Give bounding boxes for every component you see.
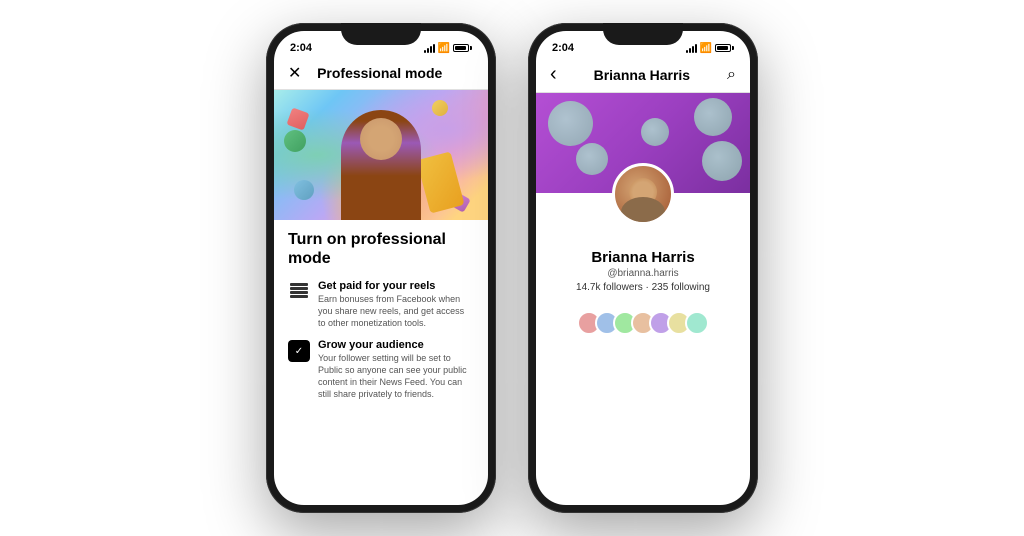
wifi-icon-1: 📶 <box>438 43 450 54</box>
status-icons-1: 📶 <box>424 43 472 54</box>
nav-title-2: Brianna Harris <box>594 67 690 83</box>
nav-bar-2: ‹ Brianna Harris ⌕ <box>536 59 750 93</box>
profile-stats: 14.7k followers · 235 following <box>550 282 736 293</box>
profile-info: Brianna Harris @brianna.harris 14.7k fol… <box>536 245 750 301</box>
phone-1: 2:04 📶 ✕ Pr <box>266 23 496 513</box>
wifi-icon-2: 📶 <box>700 43 712 54</box>
feature-text-paid-reels: Get paid for your reels Earn bonuses fro… <box>318 280 474 329</box>
feature-title-paid-reels: Get paid for your reels <box>318 280 474 292</box>
feature-text-grow-audience: Grow your audience Your follower setting… <box>318 339 474 400</box>
phone-2-inner: 2:04 📶 ‹ Br <box>536 31 750 505</box>
hero-image-1 <box>274 90 488 220</box>
feature-item-paid-reels: Get paid for your reels Earn bonuses fro… <box>288 280 474 329</box>
pineapple-1 <box>548 101 593 146</box>
hero-person <box>341 110 421 220</box>
deco-shape-4 <box>294 180 314 200</box>
avatar-container <box>536 193 750 245</box>
followers-row <box>536 305 750 335</box>
pineapple-3 <box>576 143 608 175</box>
screen-content-2: Brianna Harris @brianna.harris 14.7k fol… <box>536 93 750 505</box>
notch-2 <box>603 23 683 45</box>
status-icons-2: 📶 <box>686 43 734 54</box>
battery-icon-2 <box>715 44 734 52</box>
search-button[interactable]: ⌕ <box>727 66 736 84</box>
phones-container: 2:04 📶 ✕ Pr <box>246 3 778 533</box>
pro-content: Turn on professional mode <box>274 220 488 505</box>
deco-shape-2 <box>284 130 306 152</box>
check-icon: ✓ <box>288 340 310 362</box>
back-button[interactable]: ‹ <box>550 63 557 86</box>
profile-name: Brianna Harris <box>550 249 736 266</box>
feature-title-grow-audience: Grow your audience <box>318 339 474 351</box>
battery-icon-1 <box>453 44 472 52</box>
pineapple-5 <box>641 118 669 146</box>
nav-title-1: Professional mode <box>317 65 442 81</box>
follower-avatar-7 <box>685 311 709 335</box>
stack-icon <box>288 281 310 303</box>
profile-handle: @brianna.harris <box>550 268 736 279</box>
notch-1 <box>341 23 421 45</box>
deco-shape-3 <box>432 100 448 116</box>
feature-item-grow-audience: ✓ Grow your audience Your follower setti… <box>288 339 474 400</box>
time-2: 2:04 <box>552 42 574 54</box>
profile-avatar <box>612 163 674 225</box>
time-1: 2:04 <box>290 42 312 54</box>
pineapple-4 <box>702 141 742 181</box>
pineapple-2 <box>694 98 732 136</box>
pro-main-title: Turn on professional mode <box>288 230 474 268</box>
close-button-1[interactable]: ✕ <box>288 63 301 83</box>
nav-bar-1: ✕ Professional mode <box>274 59 488 90</box>
screen-content-1: Turn on professional mode <box>274 90 488 505</box>
phone-2: 2:04 📶 ‹ Br <box>528 23 758 513</box>
signal-icon-1 <box>424 43 435 53</box>
signal-icon-2 <box>686 43 697 53</box>
feature-desc-paid-reels: Earn bonuses from Facebook when you shar… <box>318 294 474 329</box>
feature-desc-grow-audience: Your follower setting will be set to Pub… <box>318 353 474 400</box>
phone-1-inner: 2:04 📶 ✕ Pr <box>274 31 488 505</box>
